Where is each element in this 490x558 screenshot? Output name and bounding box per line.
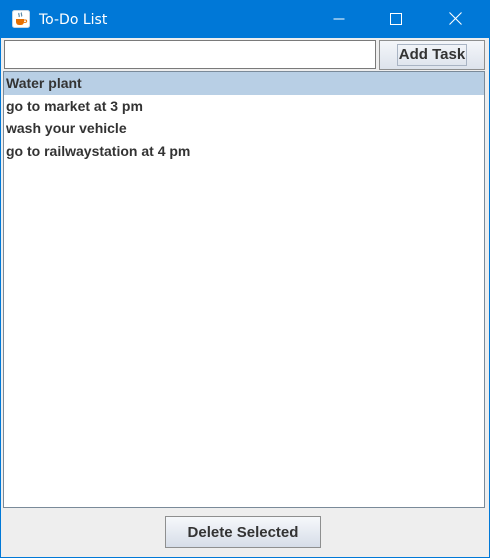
delete-selected-button[interactable]: Delete Selected [165, 516, 321, 548]
minimize-button[interactable] [316, 1, 362, 38]
title-bar[interactable]: To-Do List [1, 1, 489, 38]
java-cup-icon [12, 10, 30, 28]
list-item-selected[interactable]: Water plant [4, 72, 484, 95]
close-button[interactable] [432, 1, 478, 38]
todo-window: To-Do List Add Task Water plant go to ma… [0, 0, 490, 558]
list-item[interactable]: go to railwaystation at 4 pm [4, 140, 484, 163]
list-item[interactable]: wash your vehicle [4, 117, 484, 140]
content-pane: Add Task Water plant go to market at 3 p… [1, 38, 489, 557]
add-task-button[interactable]: Add Task [379, 40, 485, 70]
list-item[interactable]: go to market at 3 pm [4, 95, 484, 118]
maximize-button[interactable] [373, 1, 419, 38]
minimize-icon [333, 10, 345, 29]
close-icon [448, 10, 462, 29]
task-list[interactable]: Water plant go to market at 3 pm wash yo… [3, 71, 485, 508]
add-task-label: Add Task [396, 44, 468, 66]
task-input[interactable] [4, 40, 376, 69]
maximize-icon [390, 10, 402, 29]
window-title: To-Do List [39, 12, 108, 28]
